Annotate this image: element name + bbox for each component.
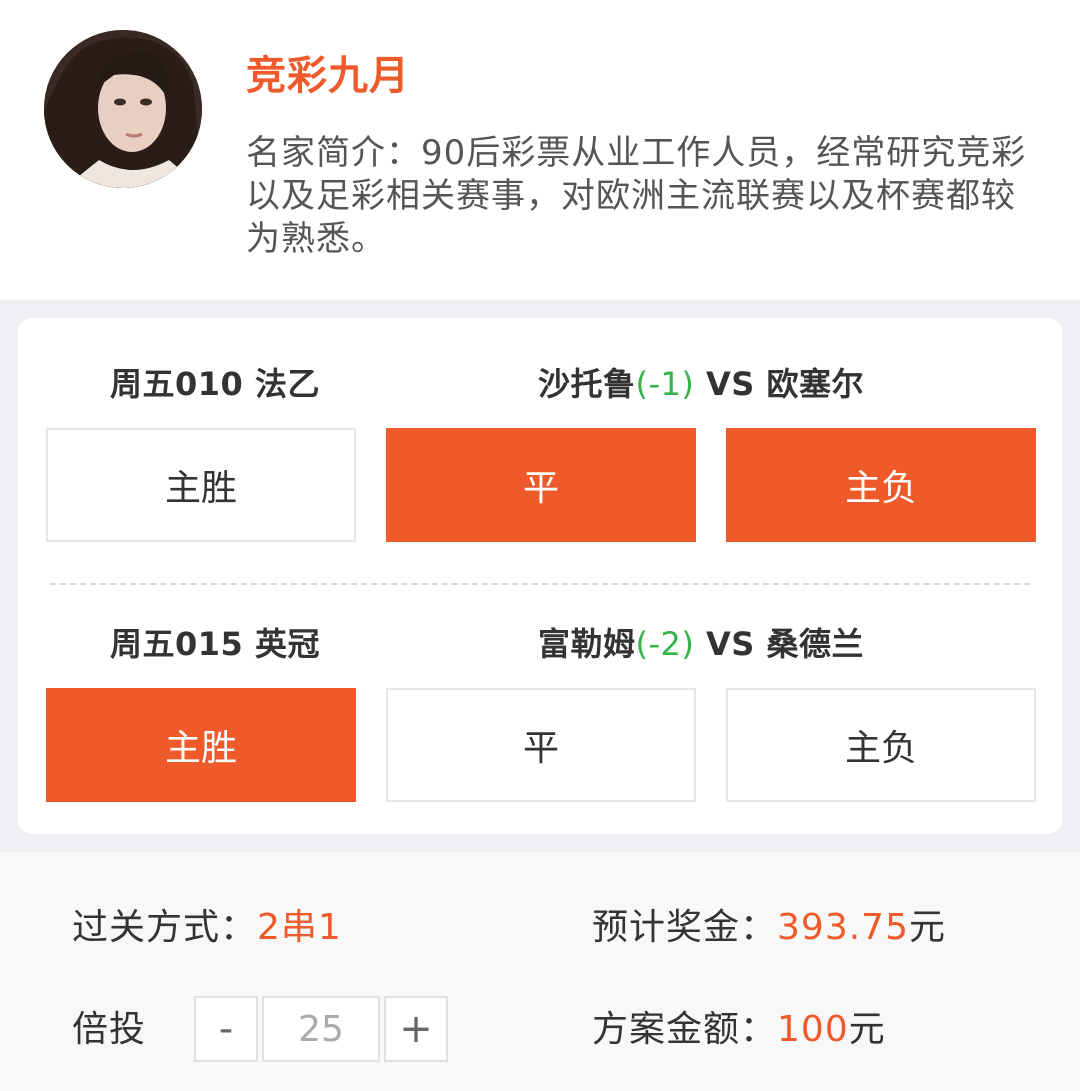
away-team: 欧塞尔 <box>766 365 864 403</box>
option-draw[interactable]: 平 <box>386 428 696 542</box>
match-item: 周五015 英冠 富勒姆(-2) VS 桑德兰 主胜 平 主负 <box>18 578 1062 808</box>
expert-name: 竞彩九月 <box>246 53 410 99</box>
pass-mode-value: 2串1 <box>257 907 342 948</box>
match-info: 周五010 法乙 <box>110 365 320 403</box>
match-item: 周五010 法乙 沙托鲁(-1) VS 欧塞尔 主胜 平 主负 <box>18 318 1062 548</box>
option-home-loss[interactable]: 主负 <box>726 428 1036 542</box>
expert-avatar[interactable] <box>44 30 202 188</box>
avatar-image <box>44 30 202 188</box>
home-team: 沙托鲁 <box>538 365 636 403</box>
pass-mode-label: 过关方式： <box>72 907 258 948</box>
vs-label: VS <box>694 365 767 403</box>
option-home-loss[interactable]: 主负 <box>726 688 1036 802</box>
multiple-stepper: - + <box>194 996 448 1062</box>
multiple-input[interactable] <box>262 996 380 1062</box>
option-home-win[interactable]: 主胜 <box>46 688 356 802</box>
option-draw[interactable]: 平 <box>386 688 696 802</box>
match-info: 周五015 英冠 <box>110 625 320 663</box>
amount-unit: 元 <box>848 1009 886 1050</box>
expected-prize: 预计奖金：393.75元 <box>592 904 946 952</box>
prize-label: 预计奖金： <box>592 907 778 948</box>
prize-unit: 元 <box>908 907 946 948</box>
vs-label: VS <box>694 625 767 663</box>
match-teams: 沙托鲁(-1) VS 欧塞尔 <box>538 362 938 406</box>
home-team: 富勒姆 <box>538 625 636 663</box>
handicap: (-2) <box>635 625 695 663</box>
multiple-label: 倍投 <box>72 1009 147 1050</box>
plan-amount: 方案金额：100元 <box>592 1006 886 1054</box>
handicap: (-1) <box>635 365 695 403</box>
decrease-button[interactable]: - <box>194 996 258 1062</box>
away-team: 桑德兰 <box>766 625 864 663</box>
expert-header: 竞彩九月 名家简介：90后彩票从业工作人员，经常研究竞彩以及足彩相关赛事，对欧洲… <box>0 0 1080 300</box>
amount-label: 方案金额： <box>592 1009 778 1050</box>
expert-intro: 名家简介：90后彩票从业工作人员，经常研究竞彩以及足彩相关赛事，对欧洲主流联赛以… <box>246 133 1027 259</box>
amount-value: 100 <box>777 1009 849 1050</box>
increase-button[interactable]: + <box>384 996 448 1062</box>
option-home-win[interactable]: 主胜 <box>46 428 356 542</box>
pass-mode: 过关方式：2串1 <box>72 904 342 952</box>
prize-value: 393.75 <box>777 907 909 948</box>
match-card: 周五010 法乙 沙托鲁(-1) VS 欧塞尔 主胜 平 主负 周五015 英冠… <box>18 318 1062 834</box>
match-teams: 富勒姆(-2) VS 桑德兰 <box>538 622 938 666</box>
bet-summary: 过关方式：2串1 预计奖金：393.75元 倍投 方案金额：100元 <box>0 852 1080 1091</box>
